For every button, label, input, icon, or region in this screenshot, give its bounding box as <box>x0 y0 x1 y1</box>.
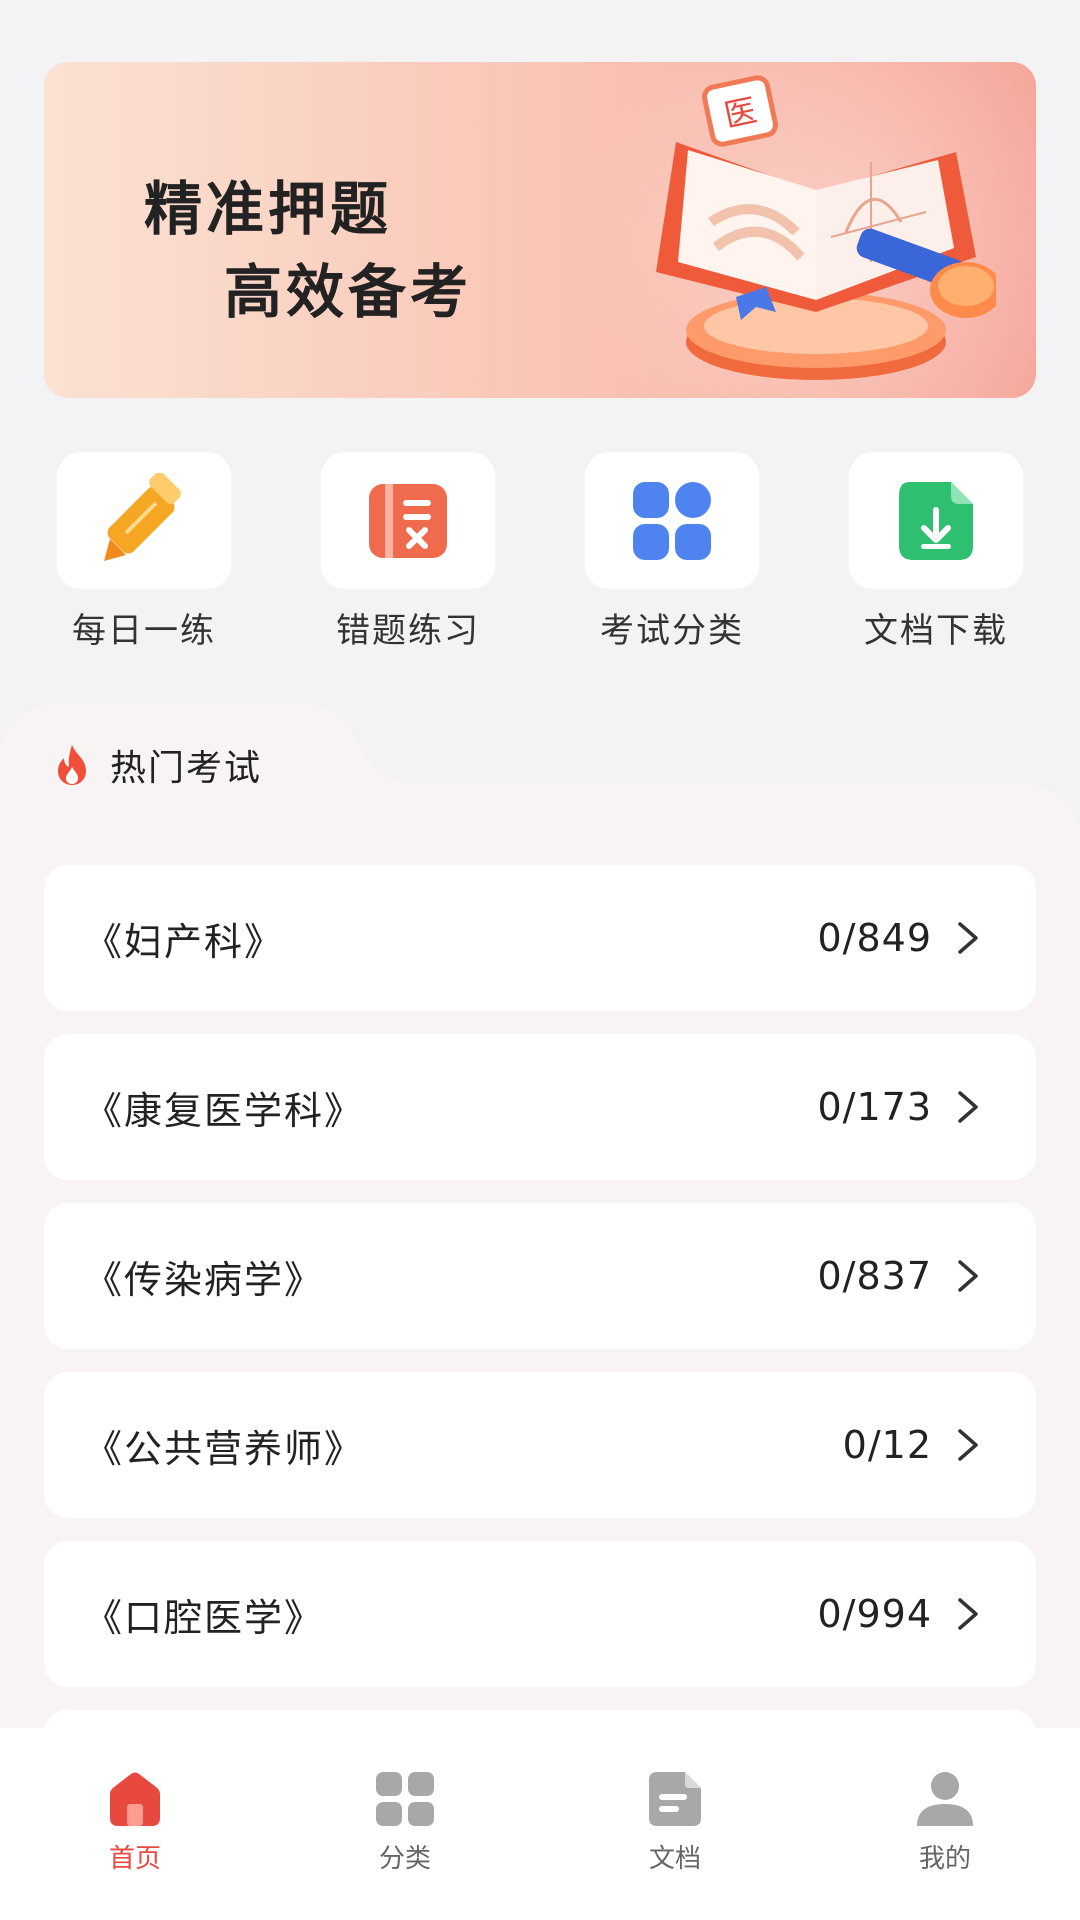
exam-item[interactable]: 《公共营养师》 0/12 <box>44 1372 1036 1518</box>
grid-icon <box>633 481 711 560</box>
shortcut-doc-download[interactable]: 文档下载 <box>836 452 1036 652</box>
exam-name: 《口腔医学》 <box>84 1595 325 1640</box>
exam-progress: 0/12 <box>843 1423 980 1467</box>
chevron-right-icon <box>958 1091 978 1123</box>
shortcut-daily-practice[interactable]: 每日一练 <box>44 452 244 652</box>
exam-name: 《康复医学科》 <box>84 1088 365 1133</box>
exam-name: 《传染病学》 <box>84 1257 325 1302</box>
shortcut-row: 每日一练 错题练习 考试分类 文档下载 <box>44 452 1036 652</box>
pencil-icon <box>104 472 181 561</box>
home-page: 精准押题 高效备考 医 每日一练 错题练习 考试分类 文档下载 热门考试 《妇产… <box>0 0 1080 1920</box>
banner-headline-1: 精准押题 <box>144 175 393 243</box>
chevron-right-icon <box>958 1260 978 1292</box>
home-icon <box>110 1772 160 1826</box>
shortcut-label: 错题练习 <box>336 611 480 651</box>
shortcut-wrong-practice[interactable]: 错题练习 <box>308 452 508 652</box>
chevron-right-icon <box>958 922 978 954</box>
exam-item[interactable]: 《传染病学》 0/837 <box>44 1203 1036 1349</box>
exam-count: 0/837 <box>817 1254 932 1298</box>
shortcut-tile[interactable] <box>57 452 231 589</box>
exam-item[interactable]: 《康复医学科》 0/173 <box>44 1034 1036 1180</box>
exam-item[interactable]: 《口腔医学》 0/994 <box>44 1541 1036 1687</box>
tab-label: 文档 <box>648 1844 701 1874</box>
wrong-list-icon <box>369 483 447 558</box>
tab-label: 我的 <box>918 1844 971 1874</box>
tab-label: 分类 <box>378 1844 431 1874</box>
chevron-right-icon <box>958 1598 978 1630</box>
tab-home[interactable]: 首页 <box>0 1728 270 1920</box>
shortcut-label: 文档下载 <box>864 611 1008 651</box>
shortcut-label: 考试分类 <box>600 611 744 651</box>
shortcut-tile[interactable] <box>849 452 1023 589</box>
banner-headline-2: 高效备考 <box>224 258 473 326</box>
exam-count: 0/12 <box>842 1423 932 1467</box>
promo-banner[interactable]: 精准押题 高效备考 医 <box>44 62 1036 398</box>
tab-category[interactable]: 分类 <box>270 1728 540 1920</box>
exam-progress: 0/173 <box>817 1085 980 1129</box>
exam-progress: 0/994 <box>817 1592 980 1636</box>
exam-list: 《妇产科》 0/849 《康复医学科》 0/173 《传染病学》 0/837 《… <box>44 865 1036 1879</box>
exam-progress: 0/849 <box>817 916 980 960</box>
hot-exams-section: 热门考试 《妇产科》 0/849 《康复医学科》 0/173 《传染病学》 0/… <box>0 705 1080 1856</box>
shortcut-exam-category[interactable]: 考试分类 <box>572 452 772 652</box>
tab-profile[interactable]: 我的 <box>810 1728 1080 1920</box>
exam-item[interactable]: 《妇产科》 0/849 <box>44 865 1036 1011</box>
bottom-tab-bar: 首页 分类 文档 我的 <box>0 1728 1080 1920</box>
exam-name: 《公共营养师》 <box>84 1426 365 1471</box>
book-illustration: 医 <box>656 75 996 380</box>
shortcut-tile[interactable] <box>585 452 759 589</box>
exam-progress: 0/837 <box>817 1254 980 1298</box>
shortcut-label: 每日一练 <box>72 611 216 651</box>
shortcut-tile[interactable] <box>321 452 495 589</box>
exam-count: 0/994 <box>817 1592 932 1636</box>
chevron-right-icon <box>958 1429 978 1461</box>
exam-name: 《妇产科》 <box>84 919 285 964</box>
category-icon <box>376 1772 434 1826</box>
document-icon <box>649 1772 701 1826</box>
section-header: 热门考试 <box>50 735 262 795</box>
profile-icon <box>917 1772 973 1826</box>
download-doc-icon <box>899 481 973 560</box>
exam-count: 0/173 <box>817 1085 932 1129</box>
tab-document[interactable]: 文档 <box>540 1728 810 1920</box>
tab-label: 首页 <box>108 1844 161 1874</box>
section-title: 热门考试 <box>110 748 263 789</box>
exam-count: 0/849 <box>817 916 932 960</box>
flame-icon <box>58 745 86 785</box>
